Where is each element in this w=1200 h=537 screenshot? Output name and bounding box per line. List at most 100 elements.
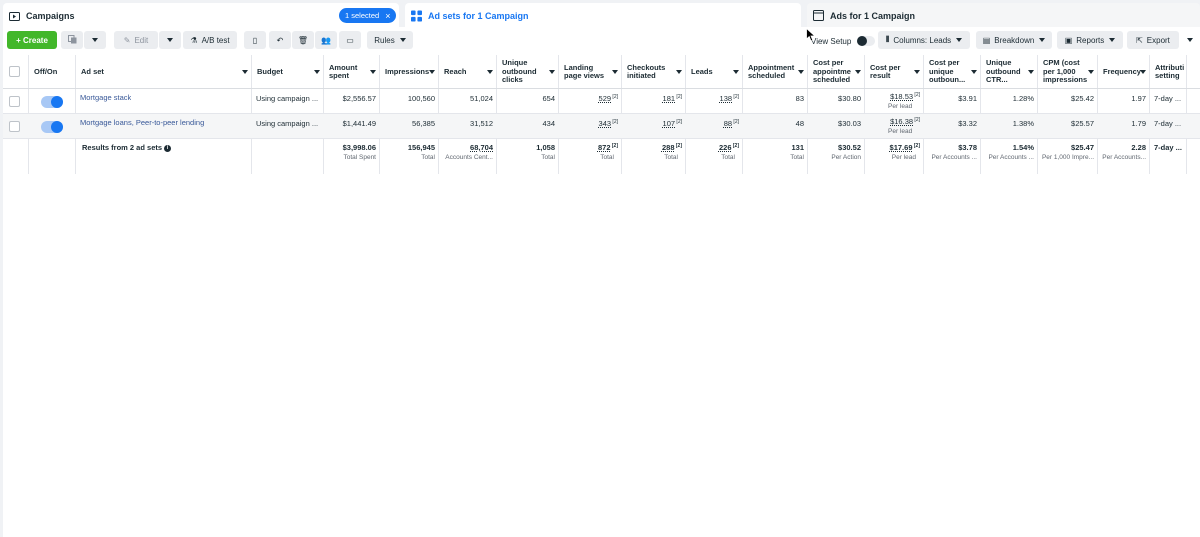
header-budget-label: Budget <box>257 66 283 76</box>
table-row[interactable]: Mortgage loans, Peer-to-peer lending Usi… <box>3 114 1200 139</box>
leads-value[interactable]: 138 <box>720 94 733 103</box>
total-lpv-value[interactable]: 872 <box>598 143 611 152</box>
cpr-value[interactable]: $18.53 <box>890 92 913 101</box>
export-dropdown[interactable] <box>1181 31 1199 49</box>
row-checkbox[interactable] <box>9 96 20 107</box>
view-setup-toggle[interactable] <box>857 36 876 46</box>
rules-button[interactable]: Rules <box>367 31 413 49</box>
sort-icon[interactable] <box>855 70 861 74</box>
info-icon[interactable]: i <box>164 144 172 152</box>
header-unique-outbound-clicks[interactable]: Unique outbound clicks <box>497 55 559 89</box>
sort-icon[interactable] <box>242 70 248 74</box>
undo-button[interactable]: ↶ <box>269 31 291 49</box>
select-all-checkbox[interactable] <box>9 66 20 77</box>
total-leads: 226 [2] <box>686 143 739 152</box>
header-checkouts[interactable]: Checkouts initiated <box>622 55 686 89</box>
sort-icon[interactable] <box>1088 70 1094 74</box>
duplicate-button[interactable] <box>61 31 83 49</box>
sort-icon[interactable] <box>429 70 435 74</box>
sort-icon[interactable] <box>612 70 618 74</box>
duplicate-dropdown[interactable] <box>84 31 106 49</box>
sort-icon[interactable] <box>733 70 739 74</box>
sort-icon[interactable] <box>549 70 555 74</box>
close-icon[interactable]: × <box>385 11 390 21</box>
adset-name-link[interactable]: Mortgage loans, Peer-to-peer lending <box>80 118 204 127</box>
status-toggle[interactable] <box>41 121 63 133</box>
footnote-marker: [2] <box>611 94 618 100</box>
header-cost-per-unique-outbound[interactable]: Cost per unique outboun... <box>924 55 981 89</box>
header-frequency[interactable]: Frequency <box>1098 55 1150 89</box>
edit-dropdown[interactable] <box>159 31 181 49</box>
reports-button[interactable]: ▣ Reports <box>1057 31 1123 49</box>
total-cpr-value[interactable]: $17.69 <box>890 143 913 152</box>
amount-spent-cell: $1,441.49 <box>342 119 376 128</box>
total-reach-value[interactable]: 68,704 <box>470 143 493 152</box>
total-checkouts-value[interactable]: 288 <box>662 143 675 152</box>
selected-badge[interactable]: 1 selected × <box>339 8 397 23</box>
adset-name-link[interactable]: Mortgage stack <box>80 93 131 102</box>
header-budget[interactable]: Budget <box>252 55 324 89</box>
lpv-value[interactable]: 343 <box>599 119 612 128</box>
breakdown-button[interactable]: ▤ Breakdown <box>976 31 1052 49</box>
columns-button[interactable]: ⦀ Columns: Leads <box>878 31 970 49</box>
audience-button[interactable]: 👥 <box>315 31 337 49</box>
status-toggle[interactable] <box>41 96 63 108</box>
sort-icon[interactable] <box>676 70 682 74</box>
footnote-marker: [2] <box>912 143 920 149</box>
edit-button[interactable]: ✎ Edit <box>114 31 158 49</box>
header-impressions[interactable]: Impressions <box>380 55 439 89</box>
landing-page-views-cell: 529 [2] <box>559 94 618 103</box>
footnote-marker: [2] <box>611 119 618 125</box>
archive-button[interactable]: ▯ <box>244 31 266 49</box>
sort-icon[interactable] <box>914 70 920 74</box>
ab-test-button[interactable]: ⚗ A/B test <box>183 31 237 49</box>
create-button[interactable]: + Create <box>7 31 57 49</box>
header-landing-page-views[interactable]: Landing page views <box>559 55 622 89</box>
sort-icon[interactable] <box>370 70 376 74</box>
delete-button[interactable]: 🗑 <box>292 31 314 49</box>
view-setup[interactable]: View Setup <box>811 36 876 46</box>
budget-cell: Using campaign ... <box>256 119 319 128</box>
sort-icon[interactable] <box>314 70 320 74</box>
tab-adsets[interactable]: Ad sets for 1 Campaign <box>405 3 801 28</box>
table-row[interactable]: Mortgage stack Using campaign ... $2,556… <box>3 89 1200 114</box>
header-leads[interactable]: Leads <box>686 55 743 89</box>
sort-icon[interactable] <box>1028 70 1034 74</box>
header-adset[interactable]: Ad set <box>76 55 252 89</box>
header-freq-label: Frequency <box>1103 66 1141 76</box>
export-button[interactable]: ⇱ Export <box>1127 31 1179 49</box>
tab-campaigns[interactable]: Campaigns 1 selected × <box>3 3 399 28</box>
sort-icon[interactable] <box>487 70 493 74</box>
footnote-marker: [2] <box>610 143 618 149</box>
header-offon: Off/On <box>34 66 58 76</box>
sort-icon[interactable] <box>798 70 804 74</box>
reports-icon: ▣ <box>1064 35 1073 45</box>
total-checkouts-sub: Total <box>664 154 678 161</box>
header-reach[interactable]: Reach <box>439 55 497 89</box>
header-cost-per-appointment[interactable]: Cost per appointme scheduled <box>808 55 865 89</box>
header-cpm[interactable]: CPM (cost per 1,000 impressions <box>1038 55 1098 89</box>
leads-value[interactable]: 88 <box>724 119 732 128</box>
header-amount-spent[interactable]: Amount spent <box>324 55 380 89</box>
main-panel: + Create ✎ Edit ⚗ A/B test ▯ ↶ 🗑 👥 ▭ Rul… <box>3 27 1200 537</box>
header-appointment[interactable]: Appointment scheduled <box>743 55 808 89</box>
sort-icon[interactable] <box>971 70 977 74</box>
totals-label-text: Results from 2 ad sets <box>82 143 163 152</box>
columns-icon: ⦀ <box>885 35 890 44</box>
lpv-value[interactable]: 529 <box>599 94 612 103</box>
header-unique-outbound-ctr[interactable]: Unique outbound CTR... <box>981 55 1038 89</box>
unique-outbound-ctr-cell: 1.28% <box>1012 94 1034 103</box>
header-cost-per-result[interactable]: Cost per result <box>865 55 924 89</box>
tab-ads[interactable]: Ads for 1 Campaign <box>807 3 1200 28</box>
checkouts-value[interactable]: 107 <box>663 119 676 128</box>
preview-button[interactable]: ▭ <box>339 31 361 49</box>
cost-per-result-sub: Per lead <box>888 128 913 135</box>
header-attribution[interactable]: Attributi setting <box>1150 55 1187 89</box>
total-leads-value[interactable]: 226 <box>719 143 732 152</box>
cpr-value[interactable]: $16.38 <box>890 117 913 126</box>
row-checkbox[interactable] <box>9 121 20 132</box>
sort-icon[interactable] <box>1140 70 1146 74</box>
checkouts-value[interactable]: 181 <box>663 94 676 103</box>
impressions-cell: 100,560 <box>407 94 435 103</box>
total-cpuo-sub: Per Accounts ... <box>931 154 977 161</box>
